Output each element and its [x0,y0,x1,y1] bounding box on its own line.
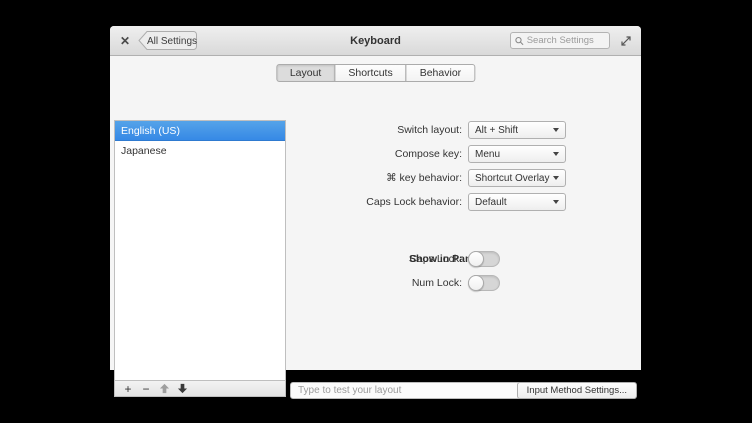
view-switcher: Layout Shortcuts Behavior [275,64,476,82]
toggle-knob [468,275,484,291]
num-lock-toggle[interactable] [468,275,500,291]
move-down-button[interactable] [175,382,189,396]
caps-lock-toggle-row: Caps Lock: [290,250,500,268]
back-button-label: All Settings [147,36,197,47]
compose-key-value: Menu [475,148,501,160]
chevron-down-icon [553,128,559,132]
compose-key-label: Compose key: [394,148,462,160]
window-title: Keyboard [350,34,401,47]
all-settings-back-button[interactable]: All Settings [138,31,198,50]
list-toolbar: + − [115,380,285,396]
remove-layout-button[interactable]: − [139,382,153,396]
move-up-button[interactable] [157,382,171,396]
search-icon [515,36,524,45]
close-icon: ✕ [119,33,131,48]
switch-layout-row: Switch layout: Alt + Shift [290,121,566,139]
tab-behavior[interactable]: Behavior [405,64,476,82]
cmd-key-behavior-label: ⌘ key behavior: [386,172,462,184]
add-layout-button[interactable]: + [121,382,135,396]
tab-shortcuts[interactable]: Shortcuts [334,64,407,82]
toggle-knob [468,251,484,267]
caps-lock-behavior-value: Default [475,196,507,208]
chevron-down-icon [553,152,559,156]
compose-key-dropdown[interactable]: Menu [468,145,566,163]
switch-layout-dropdown[interactable]: Alt + Shift [468,121,566,139]
caps-lock-behavior-label: Caps Lock behavior: [366,196,462,208]
tab-layout[interactable]: Layout [275,64,336,82]
compose-key-row: Compose key: Menu [290,145,566,163]
layout-list-panel: English (US) Japanese + − [114,120,286,397]
maximize-button[interactable] [619,34,633,48]
num-lock-toggle-row: Num Lock: [290,274,500,292]
header-bar: ✕ All Settings Keyboard [110,26,641,56]
content-area: Layout Shortcuts Behavior English (US) J… [110,56,641,399]
move-down-icon [177,383,187,394]
chevron-down-icon [553,176,559,180]
chevron-down-icon [553,200,559,204]
cmd-key-behavior-dropdown[interactable]: Shortcut Overlay [468,169,566,187]
search-field[interactable] [510,32,610,49]
input-method-settings-button[interactable]: Input Method Settings... [516,382,637,399]
layout-test-input[interactable] [290,382,532,399]
cmd-key-behavior-value: Shortcut Overlay [475,172,550,184]
caps-lock-behavior-dropdown[interactable]: Default [468,193,566,211]
desktop-background: ✕ All Settings Keyboard Search Settings … [0,0,752,423]
caps-lock-behavior-row: Caps Lock behavior: Default [290,193,566,211]
layout-list: English (US) Japanese [115,121,285,380]
switch-layout-label: Switch layout: [397,124,462,136]
close-button[interactable]: ✕ [118,34,132,48]
list-item-english-us[interactable]: English (US) [115,121,285,141]
caps-lock-toggle[interactable] [468,251,500,267]
switch-layout-value: Alt + Shift [475,124,519,136]
move-up-icon [159,383,169,394]
search-input[interactable] [526,35,605,46]
keyboard-settings-window: ✕ All Settings Keyboard Search Settings … [110,26,641,399]
num-lock-toggle-label: Num Lock: [411,277,462,289]
list-item-japanese[interactable]: Japanese [115,141,285,161]
cmd-key-behavior-row: ⌘ key behavior: Shortcut Overlay [290,169,566,187]
caps-lock-toggle-label: Caps Lock: [409,253,462,265]
maximize-icon [621,35,631,46]
